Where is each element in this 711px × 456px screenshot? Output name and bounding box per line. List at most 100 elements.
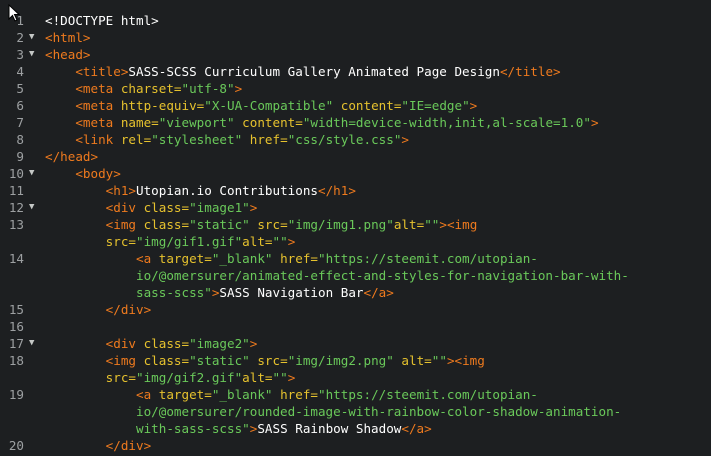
code-token: src= bbox=[249, 217, 288, 232]
code-token: "image2" bbox=[189, 336, 250, 351]
code-token: > bbox=[287, 370, 296, 385]
code-token: SASS Rainbow Shadow bbox=[257, 421, 402, 436]
code-token: rel= bbox=[120, 132, 152, 147]
code-line[interactable]: 10 ▼ <body> bbox=[0, 165, 711, 182]
code-token: "static" bbox=[189, 217, 250, 232]
code-token: charset= bbox=[120, 81, 182, 96]
code-line[interactable]: 1 <!DOCTYPE html> bbox=[0, 12, 711, 29]
code-token: "viewport" bbox=[158, 115, 235, 130]
code-line[interactable]: 8 <link rel="stylesheet" href="css/style… bbox=[0, 131, 711, 148]
code-token: "IE=edge" bbox=[401, 98, 470, 113]
code-line[interactable]: 2 ▼ <html> bbox=[0, 29, 711, 46]
code-token: "img/img1.png" bbox=[287, 217, 394, 232]
code-line[interactable]: 17 ▼ <div class="image2"> bbox=[0, 335, 711, 352]
code-line[interactable]: src="img/gif2.gif"alt=""> bbox=[0, 369, 711, 386]
code-token: content= bbox=[333, 98, 402, 113]
line-number: 16 bbox=[8, 319, 24, 334]
code-text: <html> bbox=[45, 29, 91, 46]
code-line[interactable]: 9 </head> bbox=[0, 148, 711, 165]
code-text: </div> bbox=[45, 437, 152, 454]
fold-arrow-icon[interactable]: ▼ bbox=[29, 199, 39, 216]
code-token: "X-UA-Compatible" bbox=[204, 98, 334, 113]
code-token: class= bbox=[143, 200, 190, 215]
code-line[interactable]: with-sass-scss">SASS Rainbow Shadow</a> bbox=[0, 420, 711, 437]
code-text: <!DOCTYPE html> bbox=[45, 12, 159, 29]
code-line[interactable]: 13 <img class="static" src="img/img1.png… bbox=[0, 216, 711, 233]
code-token: > bbox=[590, 115, 599, 130]
code-line[interactable]: io/@omersurer/rounded-image-with-rainbow… bbox=[0, 403, 711, 420]
code-line[interactable]: 18 <img class="static" src="img/img2.png… bbox=[0, 352, 711, 369]
code-line[interactable]: io/@omersurer/animated-effect-and-styles… bbox=[0, 267, 711, 284]
code-editor[interactable]: 1 <!DOCTYPE html> 2 ▼ <html> 3 ▼ <head> 4 <title… bbox=[0, 0, 711, 456]
code-line[interactable]: 16 bbox=[0, 318, 711, 335]
code-token: <a bbox=[136, 387, 159, 402]
fold-arrow-icon[interactable]: ▼ bbox=[29, 46, 39, 63]
code-token: alt= bbox=[242, 370, 273, 385]
code-token: class= bbox=[143, 353, 190, 368]
mouse-pointer-icon bbox=[8, 4, 20, 22]
line-number: 15 bbox=[8, 302, 24, 317]
line-number: 17 bbox=[8, 336, 24, 351]
code-token: <meta bbox=[75, 81, 121, 96]
code-line[interactable]: 20 </div> bbox=[0, 437, 711, 454]
code-text: <div class="image2"> bbox=[45, 335, 258, 352]
fold-arrow-icon[interactable]: ▼ bbox=[29, 29, 39, 46]
code-text: src="img/gif2.gif"alt=""> bbox=[45, 369, 296, 386]
code-token: </a> bbox=[363, 285, 394, 300]
code-token: <img bbox=[105, 353, 144, 368]
code-token: SASS Navigation Bar bbox=[219, 285, 364, 300]
code-token: alt= bbox=[242, 234, 273, 249]
line-number: 13 bbox=[8, 217, 24, 232]
code-text: <head> bbox=[45, 46, 91, 63]
line-number: 14 bbox=[8, 251, 24, 266]
fold-arrow-icon[interactable]: ▼ bbox=[29, 165, 39, 182]
code-line[interactable]: 11 <h1>Utopian.io Contributions</h1> bbox=[0, 182, 711, 199]
code-text: <img class="static" src="img/img2.png" a… bbox=[45, 352, 485, 369]
code-token: <body> bbox=[75, 166, 121, 181]
code-line[interactable]: 14 <a target="_blank" href="https://stee… bbox=[0, 250, 711, 267]
code-token: </div> bbox=[105, 438, 152, 453]
code-line[interactable]: 5 <meta charset="utf-8"> bbox=[0, 80, 711, 97]
code-token: <!DOCTYPE html> bbox=[45, 13, 159, 28]
line-number: 11 bbox=[8, 183, 24, 198]
line-number: 3 bbox=[16, 47, 24, 62]
code-line[interactable]: 4 <title>SASS-SCSS Curriculum Gallery An… bbox=[0, 63, 711, 80]
line-number: 12 bbox=[8, 200, 24, 215]
code-line[interactable]: 3 ▼ <head> bbox=[0, 46, 711, 63]
code-token: "image1" bbox=[189, 200, 250, 215]
code-token: io/@omersurer/rounded-image-with-rainbow… bbox=[136, 404, 622, 419]
code-token: "_blank" bbox=[211, 387, 273, 402]
code-token: "img/gif2.gif" bbox=[136, 370, 243, 385]
code-token: "" bbox=[272, 370, 288, 385]
fold-arrow-icon[interactable]: ▼ bbox=[29, 335, 39, 352]
code-token: content= bbox=[234, 115, 303, 130]
code-line[interactable]: 19 <a target="_blank" href="https://stee… bbox=[0, 386, 711, 403]
code-line[interactable]: src="img/gif1.gif"alt=""> bbox=[0, 233, 711, 250]
code-line[interactable]: 15 </div> bbox=[0, 301, 711, 318]
code-token: </title> bbox=[499, 64, 561, 79]
code-token: src= bbox=[249, 353, 288, 368]
code-token: "https://steemit.com/utopian- bbox=[318, 387, 538, 402]
code-line[interactable]: 7 <meta name="viewport" content="width=d… bbox=[0, 114, 711, 131]
code-token: > bbox=[401, 132, 410, 147]
code-text: <meta charset="utf-8"> bbox=[45, 80, 242, 97]
code-token: io/@omersurer/animated-effect-and-styles… bbox=[136, 268, 629, 283]
code-token: </head> bbox=[45, 149, 99, 164]
code-token: <head> bbox=[45, 47, 91, 62]
code-text: <title>SASS-SCSS Curriculum Gallery Anim… bbox=[45, 63, 561, 80]
code-token: "static" bbox=[189, 353, 250, 368]
code-token: target= bbox=[158, 251, 212, 266]
code-line[interactable]: sass-scss">SASS Navigation Bar</a> bbox=[0, 284, 711, 301]
code-token: src= bbox=[105, 370, 137, 385]
code-line[interactable]: 6 <meta http-equiv="X-UA-Compatible" con… bbox=[0, 97, 711, 114]
code-line[interactable]: 12 ▼ <div class="image1"> bbox=[0, 199, 711, 216]
code-token: with-sass-scss" bbox=[136, 421, 250, 436]
